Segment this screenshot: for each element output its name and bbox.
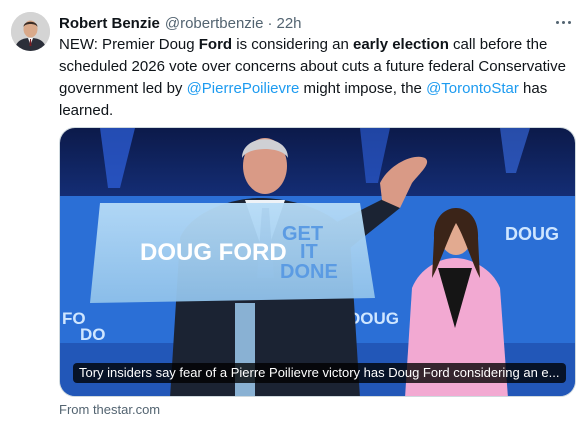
avatar[interactable]	[11, 12, 50, 51]
highlight-early-election: early election	[353, 36, 449, 53]
card-caption: Tory insiders say fear of a Pierre Poili…	[73, 363, 566, 383]
author-name[interactable]: Robert Benzie	[59, 15, 160, 32]
podium-slogan-3: DONE	[280, 261, 338, 283]
tweet-header: Robert Benzie @robertbenzie · 22h	[59, 13, 302, 33]
separator: ·	[267, 14, 273, 32]
more-options-button[interactable]	[552, 12, 574, 32]
podium-name: DOUG FORD	[140, 239, 287, 266]
tweet-text-segment: is considering an	[232, 36, 353, 53]
card-source-link[interactable]: From thestar.com	[59, 402, 160, 417]
banner-text-left-2: DO	[80, 325, 106, 344]
tweet-text: NEW: Premier Doug Ford is considering an…	[59, 34, 569, 122]
highlight-ford: Ford	[198, 36, 233, 53]
more-horizontal-icon-dot	[567, 20, 571, 24]
tweet[interactable]: Robert Benzie @robertbenzie · 22h NEW: P…	[0, 0, 586, 423]
link-card[interactable]: DOUG FO DO DOUG DOUG FORD GET IT DONE To…	[59, 127, 576, 397]
mention-pierrepoilievre[interactable]: @PierrePoilievre	[187, 80, 300, 97]
more-horizontal-icon-dot	[561, 20, 565, 24]
tweet-text-segment: NEW: Premier Doug	[59, 36, 199, 53]
mention-torontostar[interactable]: @TorontoStar	[426, 80, 519, 97]
timestamp[interactable]: 22h	[276, 15, 301, 32]
card-photo: DOUG FO DO DOUG DOUG FORD GET IT DONE	[60, 128, 575, 396]
banner-text-bottom: DOUG	[348, 309, 399, 328]
podium-slogan-2: IT	[300, 241, 318, 263]
author-handle[interactable]: @robertbenzie	[165, 15, 264, 32]
more-horizontal-icon	[555, 20, 559, 24]
profile-photo	[11, 12, 50, 51]
tweet-text-segment: might impose, the	[299, 80, 427, 97]
banner-text-right: DOUG	[505, 224, 559, 244]
